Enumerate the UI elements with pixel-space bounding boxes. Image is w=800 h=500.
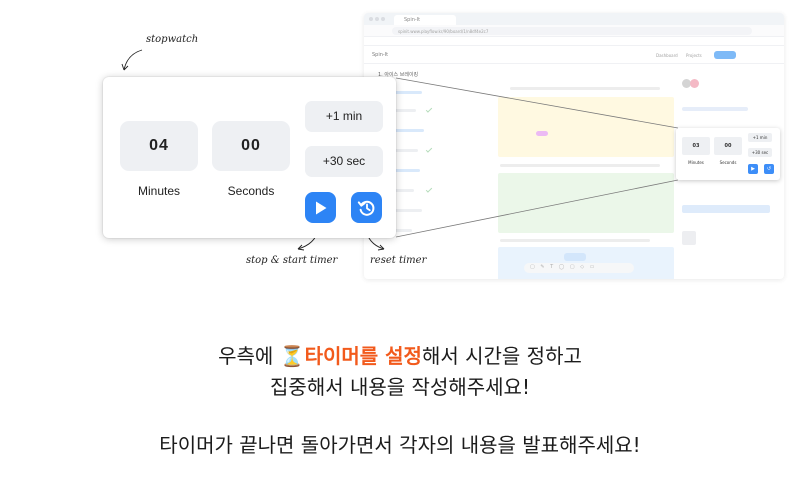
check-icon bbox=[425, 146, 433, 153]
reset-history-icon bbox=[357, 200, 374, 216]
panel-thumbnail bbox=[682, 231, 696, 245]
window-dot-icon bbox=[381, 17, 385, 21]
check-icon bbox=[425, 106, 433, 113]
mini-seconds-label: Seconds bbox=[719, 160, 737, 165]
arrow-head bbox=[121, 63, 129, 71]
minutes-display[interactable]: 04 bbox=[120, 121, 198, 171]
hourglass-icon: ⏳ bbox=[279, 344, 305, 368]
nav-projects[interactable]: Projects bbox=[686, 53, 702, 58]
doodle-icon bbox=[536, 131, 548, 136]
board-text bbox=[500, 239, 650, 242]
note-button[interactable] bbox=[564, 253, 586, 261]
mini-timer-popup: 03 00 Minutes Seconds +1 min +30 sec ▶ ↺ bbox=[676, 128, 780, 180]
annotation-reset: reset timer bbox=[370, 255, 427, 266]
browser-titlebar: Spin-It bbox=[364, 13, 784, 25]
play-icon bbox=[315, 201, 326, 214]
arrow-head bbox=[297, 244, 305, 251]
avatar bbox=[690, 79, 699, 88]
instruction-line-2: 집중해서 내용을 작성해주세요! bbox=[270, 375, 530, 399]
sticky-note-yellow[interactable] bbox=[498, 97, 674, 157]
annotation-start-stop: stop & start timer bbox=[246, 255, 338, 266]
panel-button[interactable] bbox=[682, 205, 770, 213]
instruction-text: 해서 시간을 정하고 bbox=[421, 344, 582, 368]
instruction-text: 우측에 bbox=[218, 344, 280, 368]
add-seconds-button[interactable]: +30 sec bbox=[305, 146, 383, 177]
app-header: Spin-It Dashboard Projects bbox=[364, 46, 784, 64]
mini-minutes-label: Minutes bbox=[688, 160, 704, 165]
check-icon bbox=[425, 186, 433, 193]
app-brand: Spin-It bbox=[372, 52, 389, 58]
address-bar-row: spinit.www.playflow.kr/90/board/1/n8df4e… bbox=[364, 25, 784, 37]
nav-action-button[interactable] bbox=[714, 51, 736, 59]
arrow-icon bbox=[123, 49, 143, 71]
mini-seconds-display: 00 bbox=[714, 137, 742, 155]
mini-minutes-display: 03 bbox=[682, 137, 710, 155]
add-minute-button[interactable]: +1 min bbox=[305, 101, 383, 132]
instruction-highlight: 타이머를 설정 bbox=[304, 344, 422, 368]
drawing-toolbar[interactable]: ▢ ✎ T ◯ ▢ ◇ ▭ bbox=[524, 263, 634, 273]
window-dot-icon bbox=[369, 17, 373, 21]
seconds-display[interactable]: 00 bbox=[212, 121, 290, 171]
browser-tab[interactable]: Spin-It bbox=[394, 15, 456, 25]
mini-play-button[interactable]: ▶ bbox=[748, 164, 758, 174]
start-stop-button[interactable] bbox=[305, 192, 336, 223]
window-dot-icon bbox=[375, 17, 379, 21]
mini-add-minute-button[interactable]: +1 min bbox=[748, 133, 772, 142]
seconds-label: Seconds bbox=[227, 184, 275, 198]
board-text bbox=[510, 87, 660, 90]
board-text bbox=[500, 164, 660, 167]
annotation-stopwatch: stopwatch bbox=[146, 34, 199, 45]
instruction-line-1: 우측에 ⏳타이머를 설정해서 시간을 정하고 bbox=[0, 340, 800, 369]
address-bar[interactable]: spinit.www.playflow.kr/90/board/1/n8df4e… bbox=[392, 27, 752, 35]
nav-dashboard[interactable]: Dashboard bbox=[656, 53, 678, 58]
sticky-note-green[interactable] bbox=[498, 173, 674, 233]
minutes-label: Minutes bbox=[137, 184, 181, 198]
instruction-line-3: 타이머가 끝나면 돌아가면서 각자의 내용을 발표해주세요! bbox=[159, 433, 641, 457]
mini-reset-button[interactable]: ↺ bbox=[764, 164, 774, 174]
reset-timer-button[interactable] bbox=[351, 192, 382, 223]
stopwatch-timer-card: 04 00 Minutes Seconds +1 min +30 sec bbox=[103, 77, 396, 238]
progress-bar bbox=[682, 107, 748, 111]
mini-add-seconds-button[interactable]: +30 sec bbox=[748, 148, 772, 157]
bookmarks-bar bbox=[364, 37, 784, 46]
board-area bbox=[494, 65, 674, 279]
